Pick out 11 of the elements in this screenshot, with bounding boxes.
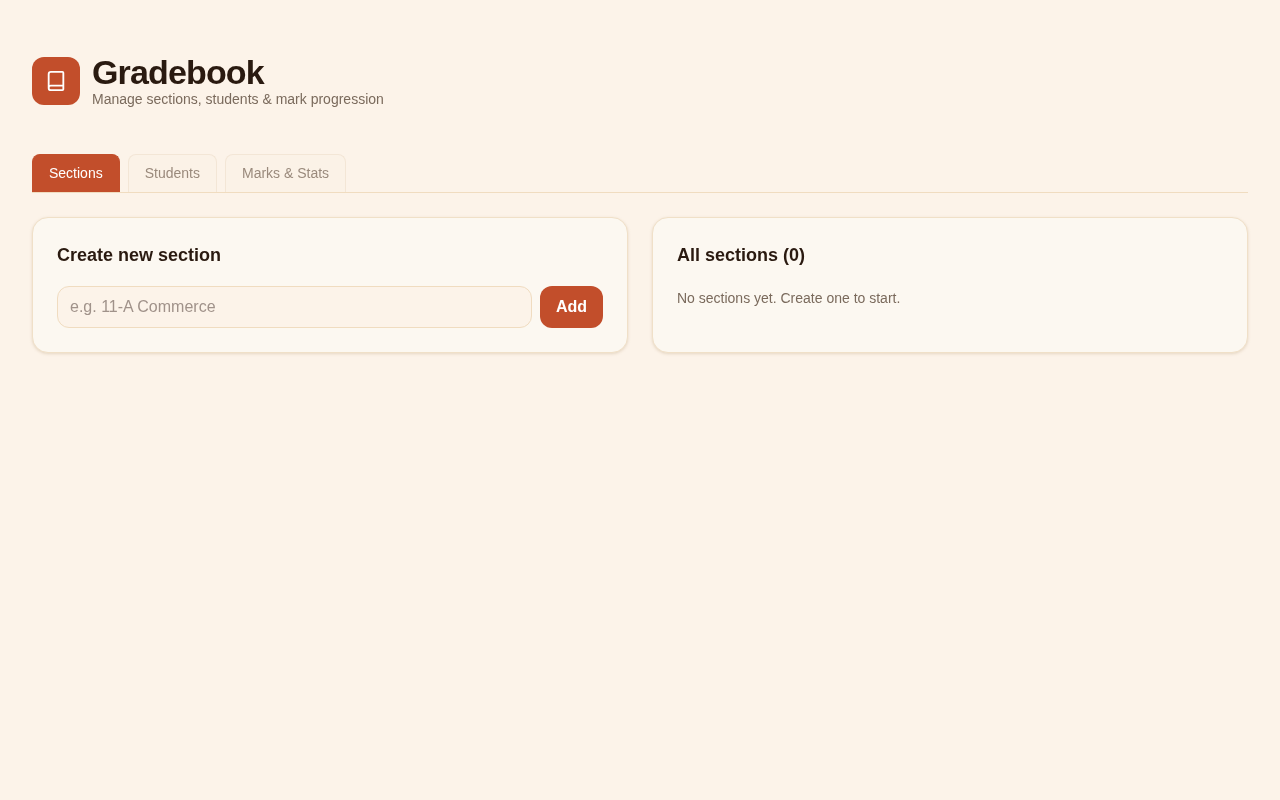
add-button[interactable]: Add (539, 286, 603, 328)
book-icon (32, 57, 80, 105)
empty-message: No sections yet. Create one to start. (677, 289, 902, 308)
tab[interactable]: Marks & Stats (224, 154, 347, 192)
tab[interactable]: Students (127, 154, 217, 192)
tab[interactable]: Sections (32, 154, 120, 192)
card-title: All sections (0) (677, 244, 807, 267)
card-title: Create new section (57, 244, 223, 267)
section-name-input[interactable]: e.g. 11-A Commerce (57, 286, 532, 328)
app-subtitle: Manage sections, students & mark progression (92, 90, 384, 108)
app-title: Gradebook (92, 54, 266, 90)
